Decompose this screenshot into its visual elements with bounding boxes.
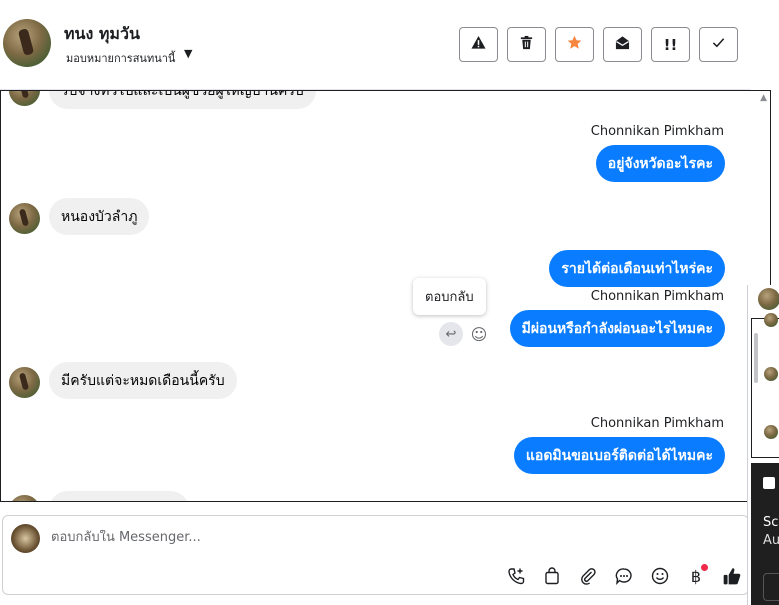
baht-icon[interactable]: ฿: [684, 564, 708, 588]
app-icon: [763, 477, 775, 489]
outgoing-message[interactable]: อยู่จังหวัดอะไรคะ: [595, 145, 725, 182]
sender-name: Chonnikan Pimkham: [590, 289, 724, 304]
side-avatar: [764, 367, 778, 381]
star-icon: [567, 35, 582, 54]
reply-composer: ฿: [2, 515, 749, 595]
side-avatar: [764, 425, 778, 439]
popup-title: Scr: [763, 515, 779, 530]
incoming-message[interactable]: รับจ้างทั่วไปและเป็นผู้ช่วยผู้ใหญ่บ้านคร…: [49, 90, 316, 109]
notification-dot: [701, 564, 708, 571]
reply-icon[interactable]: ↩: [439, 322, 463, 346]
side-list[interactable]: [751, 313, 779, 458]
page-avatar: [11, 524, 40, 553]
emoji-icon[interactable]: [648, 564, 672, 588]
caret-down-icon[interactable]: ▼: [184, 47, 192, 60]
message-text: รายได้ต่อเดือนเท่าไหร่คะ: [561, 260, 713, 277]
mark-important-button[interactable]: !!: [651, 27, 690, 62]
message-text: รับจ้างทั่วไปและเป็นผู้ช่วยผู้ใหญ่บ้านคร…: [61, 90, 304, 99]
envelope-open-icon: [615, 35, 630, 54]
mark-done-button[interactable]: [699, 27, 738, 62]
message-text: มีผ่อนหรือกำลังผ่อนอะไรไหมคะ: [521, 320, 713, 337]
message-text: แอดมินขอเบอร์ติดต่อได้ไหมคะ: [525, 447, 713, 464]
message-thread[interactable]: ▲ รับจ้างทั่วไปและเป็นผู้ช่วยผู้ใหญ่บ้าน…: [0, 90, 771, 502]
sender-name: Chonnikan Pimkham: [590, 416, 724, 431]
conversation-header: ทนง ทุมวัน มอบหมายการสนทนานี้ ▼ !!: [0, 0, 750, 90]
star-button[interactable]: [555, 27, 594, 62]
exclamation-icon: !!: [663, 35, 678, 54]
warning-icon: [471, 35, 486, 54]
contact-avatar-small: [9, 91, 40, 106]
reply-tooltip: ตอบกลับ: [413, 278, 486, 315]
conversation-toolbar: !!: [459, 27, 738, 62]
notification-popup[interactable]: Scr Au: [751, 463, 779, 605]
outgoing-message[interactable]: มีผ่อนหรือกำลังผ่อนอะไรไหมคะ: [509, 310, 725, 347]
incoming-message[interactable]: หนองบัวลำภู: [49, 198, 150, 235]
popup-subtitle: Au: [763, 533, 779, 548]
assign-conversation-label[interactable]: มอบหมายการสนทนานี้: [66, 49, 175, 67]
side-avatar[interactable]: [758, 288, 779, 310]
paperclip-icon[interactable]: [576, 564, 600, 588]
message-text: หนองบัวลำภู: [61, 208, 138, 225]
sender-name: Chonnikan Pimkham: [590, 124, 724, 139]
mark-unread-button[interactable]: [603, 27, 642, 62]
contact-name[interactable]: ทนง ทุมวัน: [64, 22, 140, 47]
thumbs-up-icon[interactable]: [720, 564, 744, 588]
side-avatar: [764, 313, 778, 327]
shopping-bag-icon[interactable]: [540, 564, 564, 588]
outgoing-message[interactable]: แอดมินขอเบอร์ติดต่อได้ไหมคะ: [513, 437, 725, 474]
popup-button[interactable]: [763, 573, 779, 601]
message-text: อยู่จังหวัดอะไรคะ: [607, 155, 713, 172]
incoming-message[interactable]: มีครับแต่จะหมดเดือนนี้ครับ: [49, 362, 237, 399]
incoming-message-partial[interactable]: [49, 491, 189, 501]
outgoing-message[interactable]: รายได้ต่อเดือนเท่าไหร่คะ: [549, 250, 725, 287]
message-actions: ↩ ☺: [439, 322, 491, 346]
contact-avatar-small: [9, 495, 40, 501]
react-emoji-icon[interactable]: ☺: [467, 322, 491, 346]
trash-icon: [519, 35, 534, 54]
contact-avatar[interactable]: [3, 19, 51, 67]
report-spam-button[interactable]: [459, 27, 498, 62]
message-text: มีครับแต่จะหมดเดือนนี้ครับ: [61, 372, 225, 389]
scrollbar[interactable]: [754, 333, 758, 383]
composer-toolbar: ฿: [504, 564, 744, 588]
contact-avatar-small: [9, 367, 40, 398]
contact-avatar-small: [9, 203, 40, 234]
check-icon: [711, 35, 726, 54]
call-add-icon[interactable]: [504, 564, 528, 588]
reply-input[interactable]: [51, 530, 491, 545]
saved-reply-icon[interactable]: [612, 564, 636, 588]
delete-button[interactable]: [507, 27, 546, 62]
side-panel-partial: Scr Au: [747, 285, 779, 605]
scroll-up-arrow-icon[interactable]: ▲: [760, 93, 767, 103]
